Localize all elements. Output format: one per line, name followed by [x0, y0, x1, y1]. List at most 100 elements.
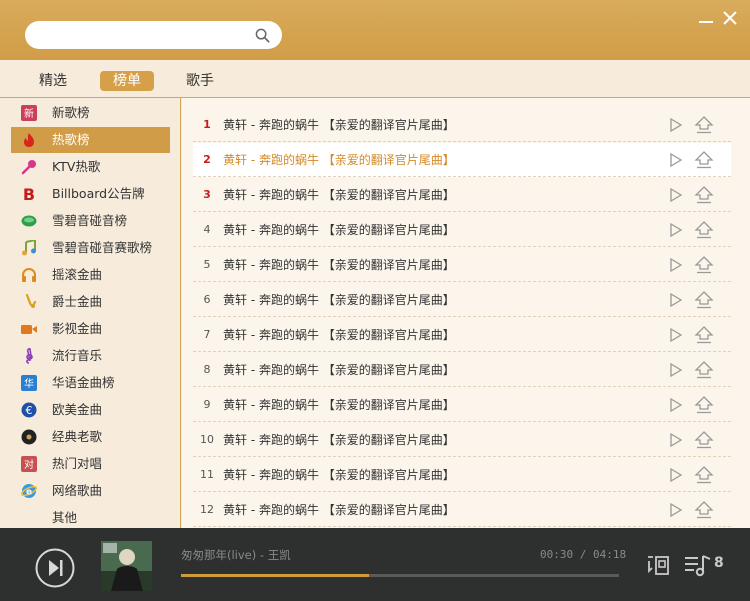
add-to-list-icon[interactable]	[694, 501, 714, 519]
song-list: 1 黄轩 - 奔跑的蜗牛 【亲爱的翻译官片尾曲】 2 黄轩 - 奔跑的蜗牛 【亲…	[182, 98, 750, 528]
play-icon[interactable]	[669, 292, 683, 308]
play-icon[interactable]	[669, 467, 683, 483]
search-input[interactable]	[37, 26, 247, 44]
play-icon[interactable]	[669, 222, 683, 238]
player-bar: 匆匆那年(live) - 王凯 00:30 / 04:18 8	[0, 528, 750, 601]
sidebar-item-label: 热歌榜	[52, 132, 90, 147]
play-icon[interactable]	[669, 502, 683, 518]
play-icon[interactable]	[669, 432, 683, 448]
sidebar-item-jazz[interactable]: 爵士金曲	[11, 289, 170, 315]
song-rank: 11	[200, 468, 214, 481]
svg-text:对: 对	[24, 458, 34, 471]
sidebar-item-duet[interactable]: 对 热门对唱	[11, 451, 170, 477]
song-rank: 7	[203, 328, 211, 341]
add-to-list-icon[interactable]	[694, 466, 714, 484]
song-title[interactable]: 黄轩 - 奔跑的蜗牛 【亲爱的翻译官片尾曲】	[223, 213, 455, 247]
song-title[interactable]: 黄轩 - 奔跑的蜗牛 【亲爱的翻译官片尾曲】	[223, 388, 455, 422]
close-icon[interactable]	[722, 10, 738, 26]
sidebar-item-ktv[interactable]: KTV热歌	[11, 154, 170, 180]
next-track-icon[interactable]	[35, 548, 75, 588]
song-rank: 1	[203, 118, 211, 131]
sidebar-item-chinese[interactable]: 华 华语金曲榜	[11, 370, 170, 396]
add-to-list-icon[interactable]	[694, 291, 714, 309]
add-to-list-icon[interactable]	[694, 256, 714, 274]
sidebar-item-pop[interactable]: 流行音乐	[11, 343, 170, 369]
song-row[interactable]: 6 黄轩 - 奔跑的蜗牛 【亲爱的翻译官片尾曲】	[193, 283, 731, 317]
sidebar-item-label: 影视金曲	[52, 321, 103, 336]
add-to-list-icon[interactable]	[694, 361, 714, 379]
search-icon[interactable]	[255, 28, 270, 43]
album-cover[interactable]	[101, 541, 152, 591]
song-row[interactable]: 5 黄轩 - 奔跑的蜗牛 【亲爱的翻译官片尾曲】	[193, 248, 731, 282]
add-to-list-icon[interactable]	[694, 431, 714, 449]
sidebar-item-label: 热门对唱	[52, 456, 103, 471]
song-title[interactable]: 黄轩 - 奔跑的蜗牛 【亲爱的翻译官片尾曲】	[223, 248, 455, 282]
song-row[interactable]: 9 黄轩 - 奔跑的蜗牛 【亲爱的翻译官片尾曲】	[193, 388, 731, 422]
song-title[interactable]: 黄轩 - 奔跑的蜗牛 【亲爱的翻译官片尾曲】	[223, 283, 455, 317]
song-title[interactable]: 黄轩 - 奔跑的蜗牛 【亲爱的翻译官片尾曲】	[223, 353, 455, 387]
song-title[interactable]: 黄轩 - 奔跑的蜗牛 【亲爱的翻译官片尾曲】	[223, 108, 455, 142]
play-icon[interactable]	[669, 362, 683, 378]
sidebar-item-sprite-chart[interactable]: 雪碧音碰音榜	[11, 208, 170, 234]
play-icon[interactable]	[669, 117, 683, 133]
sidebar-item-label: 雪碧音碰音榜	[52, 213, 128, 228]
add-to-list-icon[interactable]	[694, 326, 714, 344]
svg-text:华: 华	[24, 377, 34, 390]
play-icon[interactable]	[669, 327, 683, 343]
sidebar-item-sprite-contest[interactable]: 雪碧音碰音赛歌榜	[11, 235, 170, 261]
song-title[interactable]: 黄轩 - 奔跑的蜗牛 【亲爱的翻译官片尾曲】	[223, 423, 455, 457]
add-to-list-icon[interactable]	[694, 396, 714, 414]
progress-bar[interactable]	[181, 574, 619, 577]
tab-singers[interactable]: 歌手	[182, 71, 218, 91]
play-icon[interactable]	[669, 152, 683, 168]
sidebar-item-other[interactable]: 其他	[11, 505, 170, 528]
playback-time: 00:30 / 04:18	[540, 548, 627, 561]
play-icon[interactable]	[669, 397, 683, 413]
tab-featured[interactable]: 精选	[35, 71, 71, 91]
add-to-list-icon[interactable]	[694, 116, 714, 134]
song-title[interactable]: 黄轩 - 奔跑的蜗牛 【亲爱的翻译官片尾曲】	[223, 493, 455, 527]
sidebar-item-label: 雪碧音碰音赛歌榜	[52, 240, 153, 255]
song-row[interactable]: 3 黄轩 - 奔跑的蜗牛 【亲爱的翻译官片尾曲】	[193, 178, 731, 212]
play-icon[interactable]	[669, 187, 683, 203]
new-badge-icon: 新	[21, 105, 37, 121]
lyrics-icon[interactable]	[646, 554, 670, 578]
minimize-icon[interactable]	[698, 10, 714, 26]
song-rank: 10	[200, 433, 214, 446]
sidebar-item-classic[interactable]: 经典老歌	[11, 424, 170, 450]
song-title[interactable]: 黄轩 - 奔跑的蜗牛 【亲爱的翻译官片尾曲】	[223, 458, 455, 492]
playlist-icon[interactable]	[684, 554, 714, 578]
sidebar-item-label: 华语金曲榜	[52, 375, 115, 390]
add-to-list-icon[interactable]	[694, 151, 714, 169]
song-row[interactable]: 11 黄轩 - 奔跑的蜗牛 【亲爱的翻译官片尾曲】	[193, 458, 731, 492]
now-playing-title: 匆匆那年(live) - 王凯	[181, 548, 291, 562]
song-rank: 2	[203, 153, 211, 166]
sidebar-item-film[interactable]: 影视金曲	[11, 316, 170, 342]
globe-icon: e	[21, 484, 37, 498]
song-row[interactable]: 4 黄轩 - 奔跑的蜗牛 【亲爱的翻译官片尾曲】	[193, 213, 731, 247]
sidebar-item-new-songs[interactable]: 新 新歌榜	[11, 100, 170, 126]
sidebar-item-internet[interactable]: e 网络歌曲	[11, 478, 170, 504]
song-row[interactable]: 8 黄轩 - 奔跑的蜗牛 【亲爱的翻译官片尾曲】	[193, 353, 731, 387]
sidebar-item-label: 网络歌曲	[52, 483, 103, 498]
add-to-list-icon[interactable]	[694, 186, 714, 204]
sidebar-item-billboard[interactable]: B Billboard公告牌	[11, 181, 170, 207]
song-row[interactable]: 10 黄轩 - 奔跑的蜗牛 【亲爱的翻译官片尾曲】	[193, 423, 731, 457]
play-icon[interactable]	[669, 257, 683, 273]
sidebar-item-western[interactable]: € 欧美金曲	[11, 397, 170, 423]
add-to-list-icon[interactable]	[694, 221, 714, 239]
search-box[interactable]	[25, 21, 282, 49]
song-row[interactable]: 12 黄轩 - 奔跑的蜗牛 【亲爱的翻译官片尾曲】	[193, 493, 731, 527]
song-row[interactable]: 7 黄轩 - 奔跑的蜗牛 【亲爱的翻译官片尾曲】	[193, 318, 731, 352]
song-title[interactable]: 黄轩 - 奔跑的蜗牛 【亲爱的翻译官片尾曲】	[223, 318, 455, 352]
sidebar-item-hot-songs[interactable]: 热歌榜	[11, 127, 170, 153]
song-title[interactable]: 黄轩 - 奔跑的蜗牛 【亲爱的翻译官片尾曲】	[223, 178, 455, 212]
hua-badge-icon: 华	[21, 375, 37, 391]
song-row[interactable]: 2 黄轩 - 奔跑的蜗牛 【亲爱的翻译官片尾曲】	[193, 143, 731, 177]
sidebar-item-rock[interactable]: 摇滚金曲	[11, 262, 170, 288]
song-title[interactable]: 黄轩 - 奔跑的蜗牛 【亲爱的翻译官片尾曲】	[223, 143, 455, 177]
song-row[interactable]: 1 黄轩 - 奔跑的蜗牛 【亲爱的翻译官片尾曲】	[193, 108, 731, 142]
song-rank: 3	[203, 188, 211, 201]
tab-charts[interactable]: 榜单	[100, 71, 154, 91]
svg-text:B: B	[23, 186, 35, 202]
